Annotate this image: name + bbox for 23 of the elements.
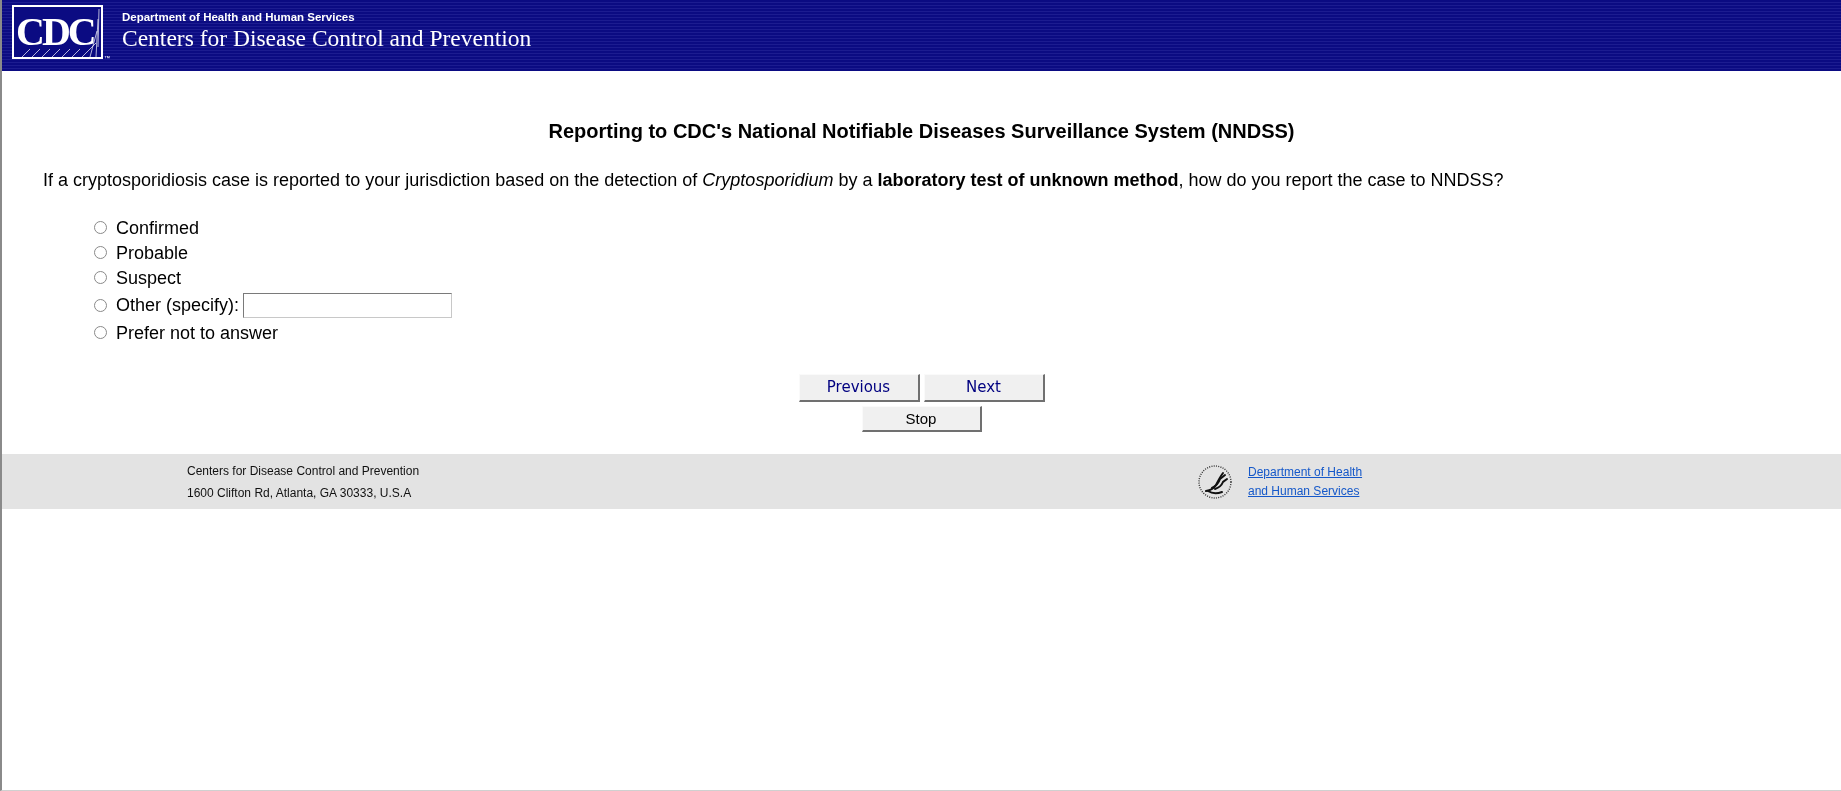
option-label: Other (specify): xyxy=(116,294,240,316)
radio-button[interactable] xyxy=(94,326,107,339)
agency-name: Centers for Disease Control and Prevention xyxy=(122,24,532,52)
option-label: Suspect xyxy=(116,266,182,289)
option-label: Confirmed xyxy=(116,216,200,239)
department-link[interactable]: Department of Health and Human Services xyxy=(1248,462,1376,501)
department-name: Department of Health and Human Services xyxy=(122,10,356,24)
nav-button[interactable]: Next xyxy=(923,374,1045,402)
cdc-logo[interactable]: CDC xyxy=(12,5,103,59)
address-line: Centers for Disease Control and Prevention xyxy=(187,462,420,480)
text-input[interactable] xyxy=(243,292,453,318)
stop-button[interactable]: Stop xyxy=(861,406,982,432)
address-line: 1600 Clifton Rd, Atlanta, GA 30333, U.S.A xyxy=(187,484,413,502)
option-label: Prefer not to answer xyxy=(116,321,279,344)
bird-seal-icon xyxy=(1196,462,1234,501)
option-label: Probable xyxy=(116,241,189,264)
radio-button[interactable] xyxy=(94,298,107,312)
nav-button[interactable]: Previous xyxy=(798,374,920,402)
radio-button[interactable] xyxy=(94,271,107,284)
question-text: If a cryptosporidiosis case is reported to your jurisdiction based on the detection of Cryptosporidium by a laboratory test of unknown method, how do you report the case to NNDSS? xyxy=(43,169,1505,191)
page-title: Reporting to CDC's National Notifiable Diseases Surveillance System (NNDSS) xyxy=(548,119,1295,143)
radio-button[interactable] xyxy=(94,246,107,259)
radio-button[interactable] xyxy=(94,221,107,234)
